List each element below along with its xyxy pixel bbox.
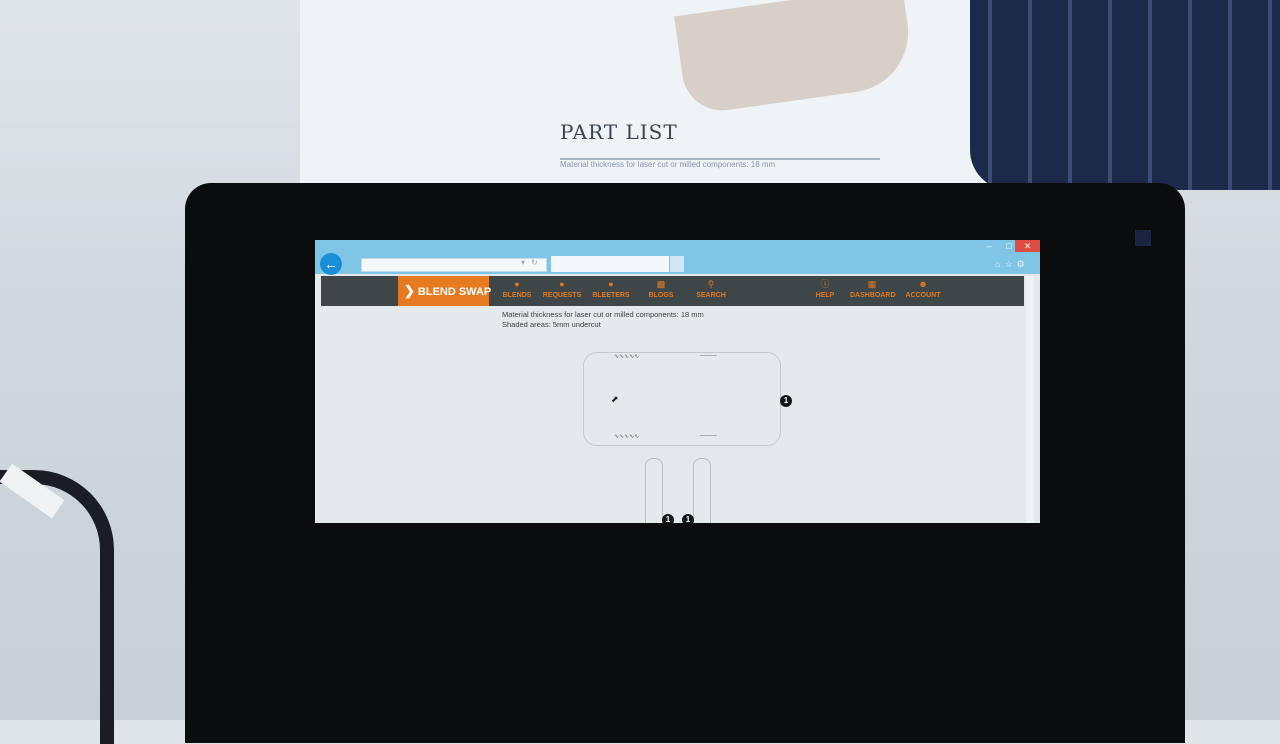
logo-arrow-icon: ❯ [404, 283, 415, 298]
shaded-areas-text: Shaded areas: 5mm undercut [502, 320, 601, 329]
blends-icon: ● [514, 279, 520, 289]
address-actions-icon[interactable]: ▾↻ [521, 258, 544, 267]
part-number-marker: 1 [662, 514, 674, 523]
paper-text: Material thickness for laser cut or mill… [560, 160, 776, 169]
dashboard-icon: ▦ [867, 279, 877, 289]
cable [0, 470, 114, 744]
nav-label: HELP [815, 292, 835, 299]
logo-text: BLEND SWAP [417, 286, 492, 298]
back-arrow-icon[interactable]: ← [320, 253, 342, 275]
nav-label: ACCOUNT [905, 292, 941, 299]
nav-blogs[interactable]: ▩ BLOGS [646, 278, 676, 304]
diagram-label: ∿∿∿∿∿ [614, 434, 640, 440]
nav-help[interactable]: ⓘ HELP [812, 278, 838, 304]
nav-label: REQUESTS [542, 292, 582, 299]
nav-label: SEARCH [696, 292, 726, 299]
site-logo[interactable]: ❯ BLEND SWAP [398, 276, 492, 306]
mouse-cursor-icon: ⬈ [611, 394, 619, 404]
nav-blends[interactable]: ● BLENDS [500, 278, 534, 304]
nav-account[interactable]: ☻ ACCOUNT [901, 278, 945, 304]
diagram-label: ––––– [700, 433, 717, 439]
nav-label: BLENDS [502, 292, 532, 299]
site-navbar: ❯ BLEND SWAP ● BLENDS ● REQUESTS ● BLEETE… [321, 276, 1024, 306]
address-bar[interactable] [361, 258, 547, 272]
nav-bleeters[interactable]: ● BLEETERS [591, 278, 631, 304]
camera-icon [1135, 230, 1151, 246]
blogs-icon: ▩ [656, 279, 666, 289]
bleeters-icon: ● [608, 279, 614, 289]
nav-dashboard[interactable]: ▦ DASHBOARD [850, 278, 896, 304]
photo-scene: PART LIST Material thickness for laser c… [0, 0, 1280, 744]
browser-tab-new[interactable] [670, 256, 684, 272]
diagram-legs [643, 458, 715, 523]
nav-search[interactable]: ⚲ SEARCH [694, 278, 728, 304]
star-icon[interactable]: ☆ [1004, 259, 1016, 269]
account-icon: ☻ [918, 279, 928, 289]
paper-title: PART LIST [560, 120, 678, 144]
nav-label: BLEETERS [592, 292, 630, 299]
browser-toolbar-icons[interactable]: ⌂☆⚙ [995, 259, 1029, 270]
laptop-screen: ← ▾↻ – □ ✕ ⌂☆⚙ ❯ BLEND SWAP ● BLENDS ● RE… [315, 240, 1040, 523]
help-icon: ⓘ [820, 279, 830, 289]
diagram-label: ––––– [700, 353, 717, 359]
part-number-marker: 1 [682, 514, 694, 523]
diagram-leg [645, 458, 663, 523]
browser-titlebar: ← ▾↻ – □ ✕ ⌂☆⚙ [315, 240, 1040, 275]
nav-label: BLOGS [648, 292, 674, 299]
material-thickness-text: Material thickness for laser cut or mill… [502, 310, 704, 319]
nav-label: DASHBOARD [850, 292, 896, 299]
plaid-sleeve [970, 0, 1280, 190]
minimize-button[interactable]: – [979, 240, 999, 252]
search-icon: ⚲ [707, 279, 715, 289]
diagram-label: ∿∿∿∿∿ [614, 354, 640, 360]
diagram-leg [693, 458, 711, 523]
close-button[interactable]: ✕ [1015, 240, 1040, 252]
page-scrollbar[interactable] [1026, 276, 1034, 523]
browser-tab-active[interactable] [551, 256, 669, 272]
nav-requests[interactable]: ● REQUESTS [542, 278, 582, 304]
part-number-marker: 1 [780, 395, 792, 407]
gear-icon[interactable]: ⚙ [1017, 259, 1029, 269]
requests-icon: ● [559, 279, 565, 289]
